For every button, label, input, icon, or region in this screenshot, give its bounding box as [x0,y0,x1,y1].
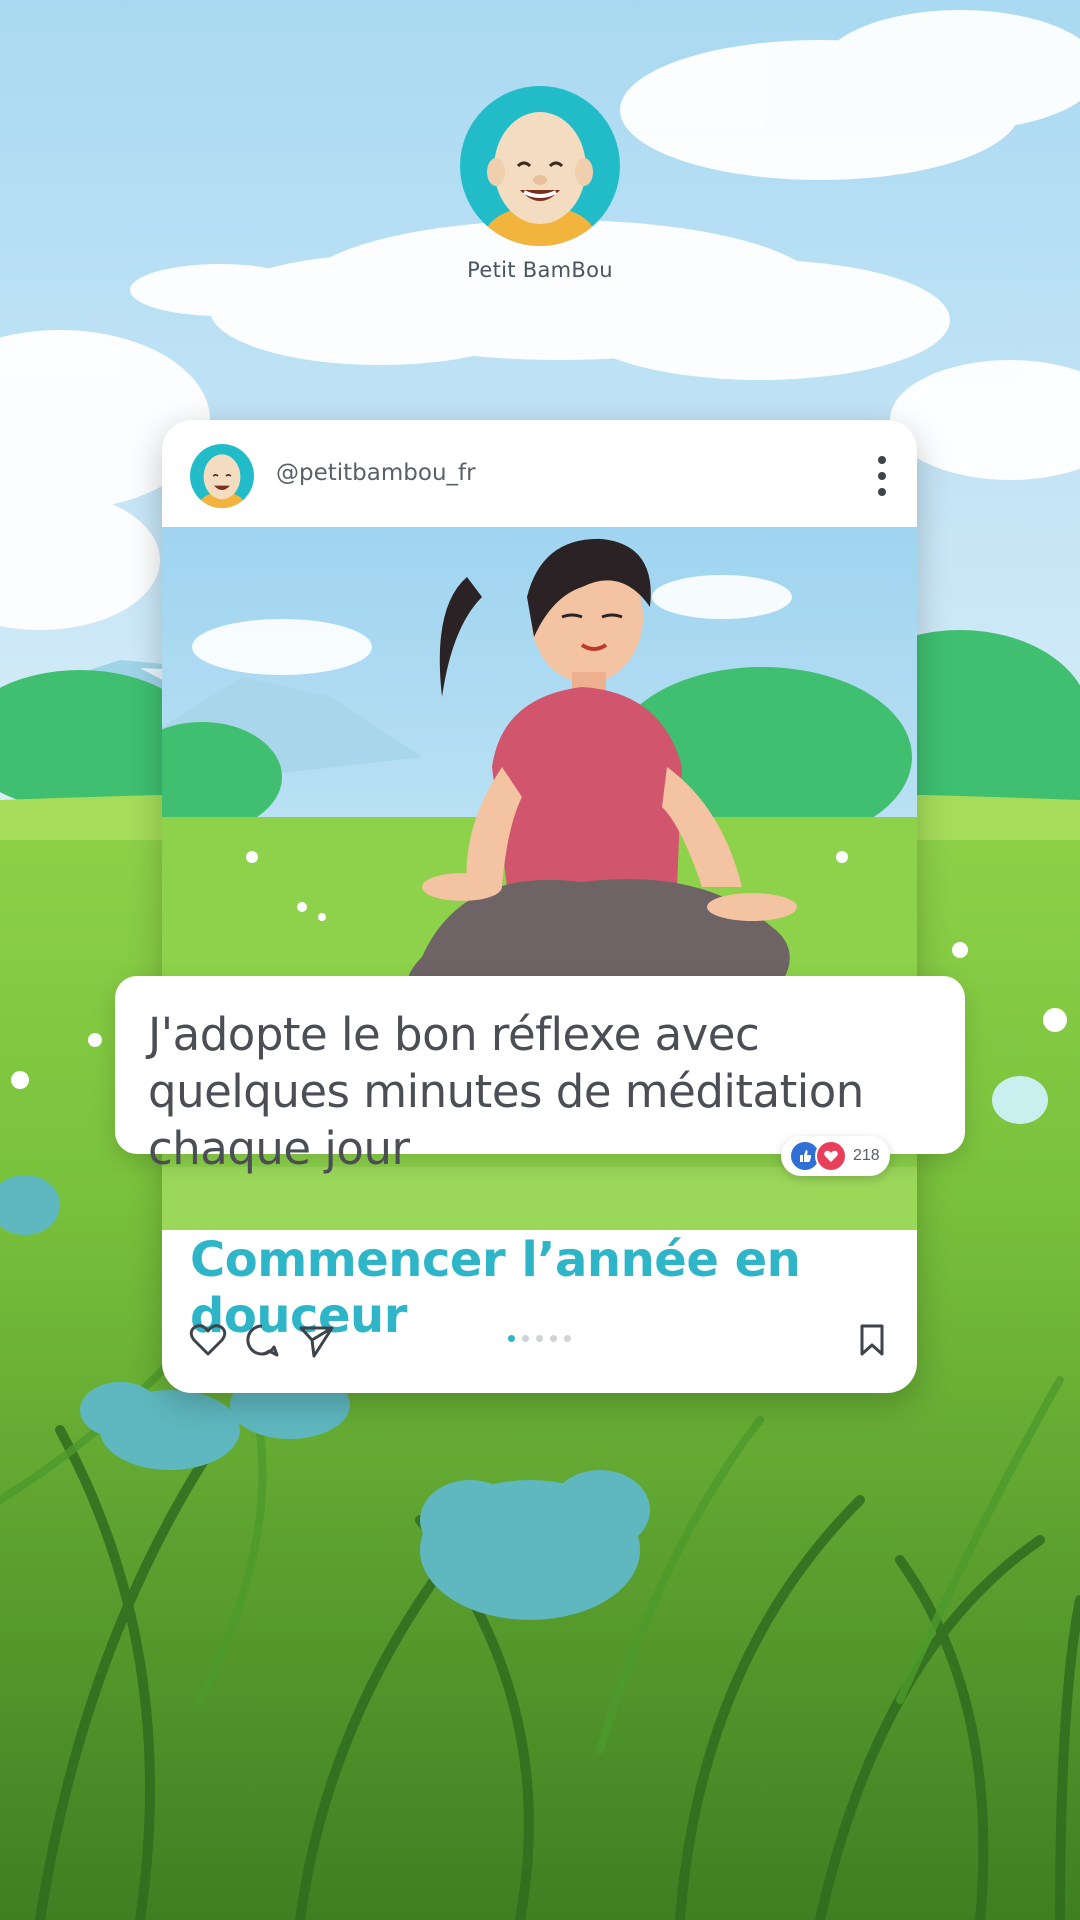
reactions-pill[interactable]: 218 [781,1136,890,1176]
paper-plane-icon[interactable] [296,1320,336,1360]
more-vertical-icon[interactable] [875,456,889,496]
reaction-count: 218 [853,1147,880,1164]
post-author-avatar[interactable] [190,444,254,508]
carousel-indicator [508,1335,571,1342]
caption-box: J'adopte le bon réflexe avec quelques mi… [115,976,965,1175]
heart-reaction-icon [815,1140,847,1172]
bookmark-icon[interactable] [852,1320,892,1360]
post-card: @petitbambou_fr Commencer l’année en dou… [162,420,917,1393]
brand-header: Petit BamBou [0,86,1080,282]
brand-avatar[interactable] [460,86,620,246]
post-actions [162,1320,917,1380]
brand-name: Petit BamBou [467,258,613,282]
heart-icon[interactable] [188,1320,228,1360]
post-author-handle[interactable]: @petitbambou_fr [276,460,476,486]
comment-bubble-icon[interactable] [242,1320,282,1360]
monk-face-icon [200,454,244,508]
post-header: @petitbambou_fr [162,420,917,527]
monk-face-icon [485,112,595,246]
